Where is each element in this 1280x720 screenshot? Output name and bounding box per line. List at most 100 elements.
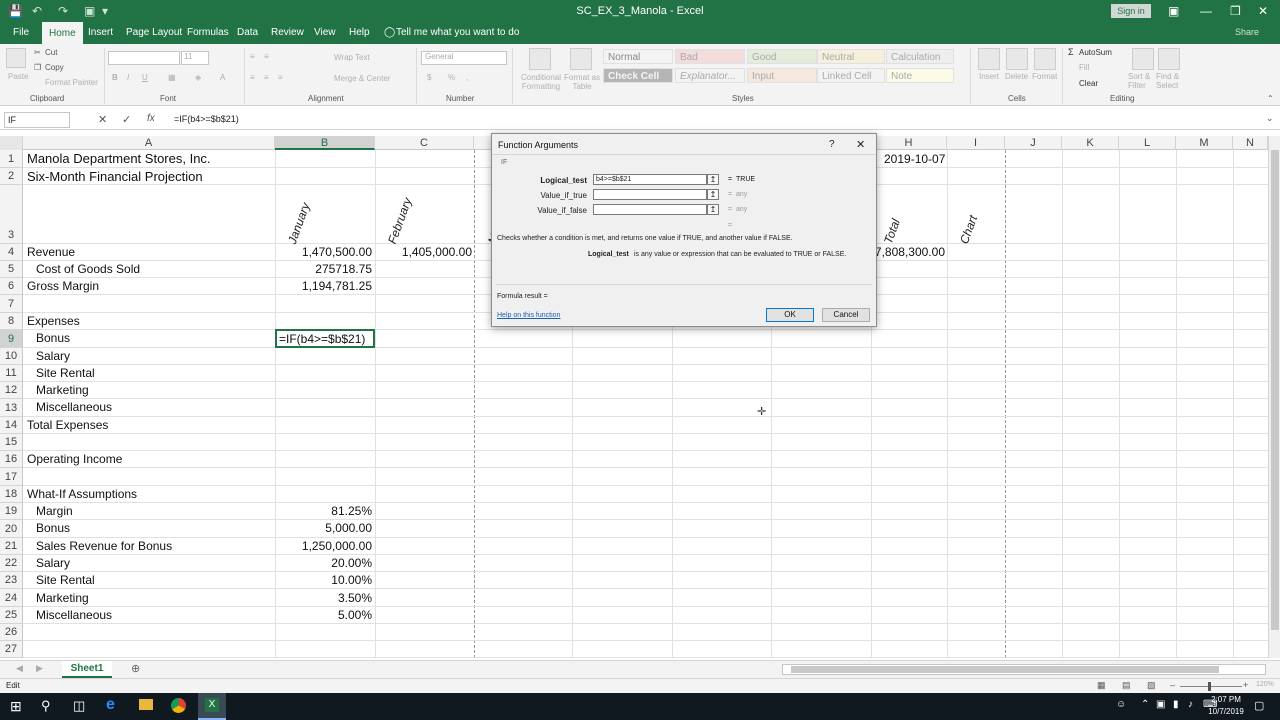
font-size-box[interactable]: 11 [181, 51, 209, 65]
row-header[interactable]: 19 [0, 503, 23, 520]
cell-h4[interactable]: 7,808,300.00 [872, 245, 945, 259]
row-header[interactable]: 26 [0, 624, 23, 641]
cell-a16[interactable]: Operating Income [27, 452, 122, 466]
cell-b23[interactable]: 10.00% [276, 573, 372, 587]
zoom-slider-handle[interactable] [1208, 682, 1211, 691]
tab-home[interactable]: Home [42, 22, 83, 44]
bold-icon[interactable]: B [112, 73, 118, 82]
row-header[interactable]: 14 [0, 417, 23, 434]
cell-a8[interactable]: Expenses [27, 314, 80, 328]
align-center-icon[interactable]: ≡ [264, 73, 269, 82]
row-header[interactable]: 24 [0, 589, 23, 607]
column-header-m[interactable]: M [1176, 136, 1233, 150]
cell-h1[interactable]: 2019-10-07 [884, 152, 945, 166]
file-explorer-icon[interactable] [139, 699, 153, 710]
font-color-icon[interactable]: A [220, 73, 225, 82]
row-header[interactable]: 12 [0, 382, 23, 399]
format-cells-icon[interactable] [1034, 48, 1056, 70]
next-sheet-icon[interactable]: ▶ [36, 663, 43, 674]
cell-a19[interactable]: Margin [36, 504, 73, 518]
style-explanatory[interactable]: Explanator... [675, 68, 745, 83]
task-view-icon[interactable]: ◫ [73, 698, 85, 714]
help-on-function-link[interactable]: Help on this function [497, 312, 560, 319]
row-header[interactable]: 8 [0, 313, 23, 330]
horizontal-scrollbar[interactable] [782, 664, 1266, 675]
cell-a21[interactable]: Sales Revenue for Bonus [36, 539, 172, 553]
cell-a25[interactable]: Miscellaneous [36, 608, 112, 622]
cell-b20[interactable]: 5,000.00 [276, 521, 372, 535]
zoom-out-icon[interactable]: – [1170, 680, 1175, 690]
cell-a20[interactable]: Bonus [36, 521, 70, 535]
excel-taskbar-button[interactable]: X [198, 693, 226, 720]
page-break-view-icon[interactable]: ▧ [1147, 680, 1156, 691]
chrome-icon[interactable] [171, 698, 186, 713]
sort-filter-icon[interactable] [1132, 48, 1154, 70]
minimize-icon[interactable]: — [1200, 4, 1212, 18]
zoom-level[interactable]: 120% [1256, 681, 1274, 688]
fill-color-icon[interactable]: ◈ [195, 73, 201, 82]
row-header[interactable]: 21 [0, 538, 23, 555]
style-normal[interactable]: Normal [603, 49, 673, 64]
select-all-corner[interactable] [0, 136, 23, 150]
number-format-box[interactable]: General [421, 51, 507, 65]
cell-a9[interactable]: Bonus [36, 331, 70, 345]
row-header[interactable]: 25 [0, 607, 23, 624]
ribbon-options-icon[interactable]: ▣ [1168, 4, 1179, 18]
notifications-icon[interactable]: ▢ [1254, 699, 1264, 712]
battery-icon[interactable]: ▮ [1173, 699, 1179, 710]
name-box[interactable]: IF [4, 112, 70, 128]
style-good[interactable]: Good [747, 49, 817, 64]
format-painter-button[interactable]: Format Painter [45, 78, 98, 87]
cell-b24[interactable]: 3.50% [276, 591, 372, 605]
tell-me-search[interactable]: Tell me what you want to do [396, 27, 519, 38]
people-icon[interactable]: ☺ [1116, 699, 1126, 710]
windows-start-icon[interactable]: ⊞ [10, 698, 22, 715]
column-header-b[interactable]: B [275, 136, 375, 150]
cancel-button[interactable]: Cancel [822, 308, 870, 322]
new-sheet-icon[interactable]: ⊕ [131, 662, 140, 675]
cell-a11[interactable]: Site Rental [36, 366, 95, 380]
cell-a24[interactable]: Marketing [36, 591, 89, 605]
collapse-dialog-icon[interactable]: ↥ [707, 204, 719, 215]
cell-b5[interactable]: 275718.75 [276, 262, 372, 276]
zoom-in-icon[interactable]: + [1243, 680, 1248, 690]
header-total[interactable]: Total [881, 217, 903, 246]
align-right-icon[interactable]: ≡ [278, 73, 283, 82]
expand-formula-bar-icon[interactable]: ⌄ [1266, 113, 1274, 124]
find-select-icon[interactable] [1158, 48, 1180, 70]
cell-a14[interactable]: Total Expenses [27, 418, 108, 432]
row-header[interactable]: 18 [0, 486, 23, 503]
tab-view[interactable]: View [314, 27, 336, 38]
cell-a22[interactable]: Salary [36, 556, 70, 570]
tab-data[interactable]: Data [237, 27, 258, 38]
row-header[interactable]: 11 [0, 365, 23, 382]
style-check-cell[interactable]: Check Cell [603, 68, 673, 83]
collapse-ribbon-icon[interactable]: ⌃ [1267, 94, 1274, 103]
insert-cells-button[interactable]: Insert [979, 72, 999, 81]
autosum-button[interactable]: AutoSum [1079, 48, 1112, 57]
cell-a6[interactable]: Gross Margin [27, 279, 99, 293]
logical-test-input[interactable]: b4>=$b$21 [593, 174, 707, 185]
cancel-formula-icon[interactable]: ✕ [98, 113, 107, 126]
cell-a13[interactable]: Miscellaneous [36, 400, 112, 414]
sheet-tab-sheet1[interactable]: Sheet1 [62, 661, 112, 678]
row-header[interactable]: 5 [0, 261, 23, 278]
row-header[interactable]: 13 [0, 399, 23, 417]
row-header[interactable]: 1 [0, 150, 23, 168]
percent-icon[interactable]: % [448, 73, 455, 82]
column-header-l[interactable]: L [1119, 136, 1176, 150]
vertical-scroll-thumb[interactable] [1271, 150, 1279, 630]
style-input[interactable]: Input [747, 68, 817, 83]
cell-b21[interactable]: 1,250,000.00 [276, 539, 372, 553]
paste-button[interactable]: Paste [8, 72, 28, 81]
enter-formula-icon[interactable]: ✓ [122, 113, 131, 126]
row-header[interactable]: 27 [0, 641, 23, 658]
vertical-scrollbar[interactable] [1268, 136, 1280, 658]
merge-center-button[interactable]: Merge & Center [334, 74, 390, 83]
normal-view-icon[interactable]: ▦ [1097, 680, 1106, 691]
cell-a1[interactable]: Manola Department Stores, Inc. [27, 151, 211, 166]
style-bad[interactable]: Bad [675, 49, 745, 64]
volume-icon[interactable]: ♪ [1188, 699, 1193, 710]
tab-insert[interactable]: Insert [88, 27, 113, 38]
middle-align-icon[interactable]: ≡ [264, 52, 269, 61]
